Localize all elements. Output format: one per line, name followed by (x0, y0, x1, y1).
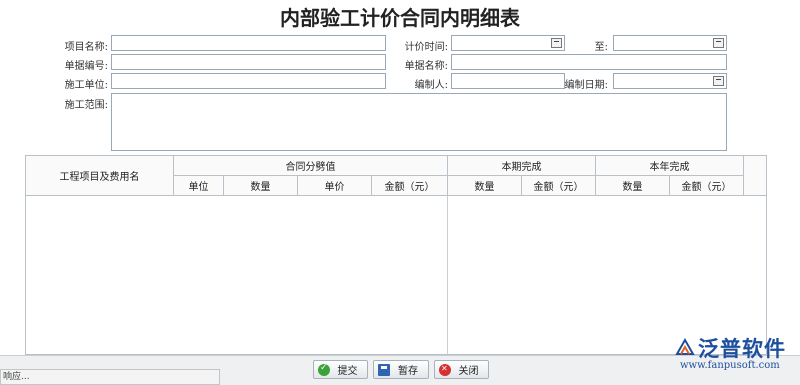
logo-brand: 泛普软件 (698, 337, 786, 361)
bill-no-label: 单据编号: (64, 61, 108, 72)
pricing-time-label: 计价时间: (404, 42, 448, 53)
author-label: 编制人: (414, 80, 448, 91)
status-bar: 响应... (0, 369, 220, 385)
fanpu-logo-icon (675, 338, 695, 355)
submit-button[interactable]: 提交 (313, 360, 368, 379)
submit-check-icon (318, 363, 330, 376)
save-button-label: 暂存 (398, 366, 418, 377)
save-disk-icon (378, 363, 390, 376)
grid-col-period-qty: 数量 (448, 176, 522, 196)
save-button[interactable]: 暂存 (373, 360, 429, 379)
grid-header-filler (744, 156, 766, 196)
project-name-input[interactable] (111, 35, 386, 51)
close-button[interactable]: 关闭 (434, 360, 489, 379)
author-date-label: 编制日期: (564, 80, 608, 91)
scope-textarea[interactable] (111, 93, 727, 151)
grid-header-item: 工程项目及费用名 (26, 156, 174, 196)
grid-col-amount: 金额（元） (372, 176, 448, 196)
contractor-label: 施工单位: (64, 80, 108, 91)
grid-col-qty: 数量 (224, 176, 298, 196)
grid-col-year-amount: 金额（元） (670, 176, 744, 196)
project-name-label: 项目名称: (64, 42, 108, 53)
grid-col-price: 单价 (298, 176, 372, 196)
grid-col-period-amount: 金额（元） (522, 176, 596, 196)
scope-label: 施工范围: (64, 100, 108, 111)
author-date-input[interactable] (613, 73, 727, 89)
fanpu-logo: 泛普软件 www.fanpusoft.com (672, 333, 800, 385)
grid-col-year-qty: 数量 (596, 176, 670, 196)
to-label: 至: (594, 42, 608, 53)
calendar-icon[interactable] (551, 38, 562, 48)
detail-grid: 工程项目及费用名 合同分劈值 本期完成 本年完成 单位 数量 单价 金额（元） … (25, 155, 767, 355)
grid-header-contract-group: 合同分劈值 (174, 156, 448, 176)
grid-header-year-group: 本年完成 (596, 156, 744, 176)
grid-body-divider (26, 196, 448, 354)
close-button-label: 关闭 (458, 366, 479, 377)
bill-no-input[interactable] (111, 54, 386, 70)
bill-name-input[interactable] (451, 54, 727, 70)
calendar-icon[interactable] (713, 76, 724, 86)
grid-col-unit: 单位 (174, 176, 224, 196)
page-title: 内部验工计价合同内明细表 (280, 6, 520, 30)
pricing-time-to-input[interactable] (613, 35, 727, 51)
submit-button-label: 提交 (337, 366, 358, 377)
close-x-icon (439, 363, 451, 376)
bill-name-label: 单据名称: (404, 61, 448, 72)
calendar-icon[interactable] (713, 38, 724, 48)
pricing-time-from-input[interactable] (451, 35, 565, 51)
logo-url: www.fanpusoft.com (680, 360, 780, 371)
grid-header-period-group: 本期完成 (448, 156, 596, 176)
contractor-input[interactable] (111, 73, 386, 89)
